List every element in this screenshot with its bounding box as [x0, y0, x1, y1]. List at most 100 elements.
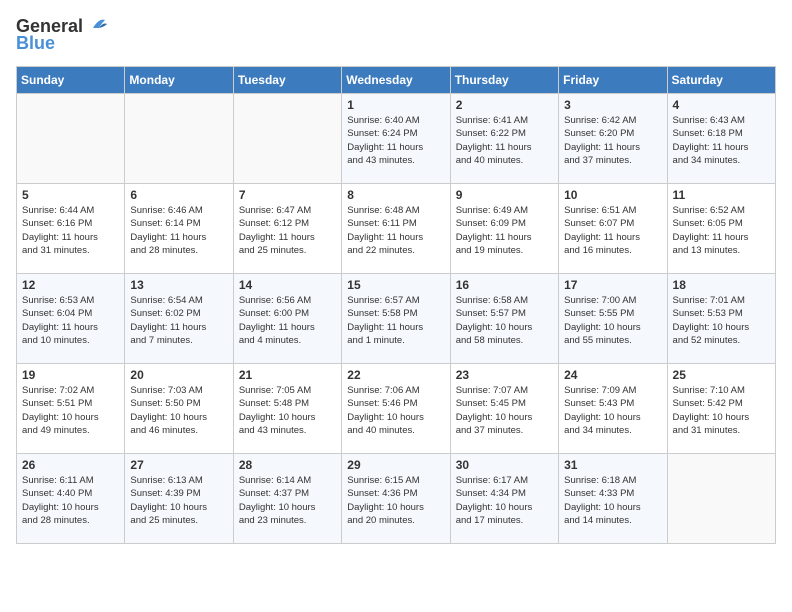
calendar-header-row: SundayMondayTuesdayWednesdayThursdayFrid… [17, 67, 776, 94]
day-number: 5 [22, 188, 119, 202]
calendar-cell: 13 Sunrise: 6:54 AM Sunset: 6:02 PM Dayli… [125, 274, 233, 364]
week-row-1: 1 Sunrise: 6:40 AM Sunset: 6:24 PM Daylig… [17, 94, 776, 184]
day-number: 22 [347, 368, 444, 382]
calendar-cell: 3 Sunrise: 6:42 AM Sunset: 6:20 PM Daylig… [559, 94, 667, 184]
calendar-cell: 26 Sunrise: 6:11 AM Sunset: 4:40 PM Dayli… [17, 454, 125, 544]
day-number: 3 [564, 98, 661, 112]
day-info: Sunrise: 6:48 AM Sunset: 6:11 PM Dayligh… [347, 204, 444, 257]
calendar-cell: 15Sunrise: 6:57 AM Sunset: 5:58 PM Dayli… [342, 274, 450, 364]
day-info: Sunrise: 6:54 AM Sunset: 6:02 PM Dayligh… [130, 294, 227, 347]
day-info: Sunrise: 7:06 AM Sunset: 5:46 PM Dayligh… [347, 384, 444, 437]
day-info: Sunrise: 7:01 AM Sunset: 5:53 PM Dayligh… [673, 294, 770, 347]
calendar-cell: 29 Sunrise: 6:15 AM Sunset: 4:36 PM Dayli… [342, 454, 450, 544]
header-wednesday: Wednesday [342, 67, 450, 94]
day-number: 27 [130, 458, 227, 472]
calendar-cell: 21 Sunrise: 7:05 AM Sunset: 5:48 PM Dayli… [233, 364, 341, 454]
day-number: 30 [456, 458, 553, 472]
day-info: Sunrise: 6:11 AM Sunset: 4:40 PM Dayligh… [22, 474, 119, 527]
day-info: Sunrise: 7:00 AM Sunset: 5:55 PM Dayligh… [564, 294, 661, 347]
day-number: 26 [22, 458, 119, 472]
calendar-table: SundayMondayTuesdayWednesdayThursdayFrid… [16, 66, 776, 544]
calendar-cell: 27 Sunrise: 6:13 AM Sunset: 4:39 PM Dayli… [125, 454, 233, 544]
calendar-cell: 7 Sunrise: 6:47 AM Sunset: 6:12 PM Daylig… [233, 184, 341, 274]
calendar-cell [667, 454, 775, 544]
day-number: 8 [347, 188, 444, 202]
calendar-cell: 11 Sunrise: 6:52 AM Sunset: 6:05 PM Dayli… [667, 184, 775, 274]
day-number: 31 [564, 458, 661, 472]
day-info: Sunrise: 6:13 AM Sunset: 4:39 PM Dayligh… [130, 474, 227, 527]
header-thursday: Thursday [450, 67, 558, 94]
day-number: 15 [347, 278, 444, 292]
week-row-3: 12 Sunrise: 6:53 AM Sunset: 6:04 PM Dayli… [17, 274, 776, 364]
week-row-4: 19Sunrise: 7:02 AM Sunset: 5:51 PM Dayli… [17, 364, 776, 454]
day-info: Sunrise: 7:09 AM Sunset: 5:43 PM Dayligh… [564, 384, 661, 437]
calendar-cell: 8 Sunrise: 6:48 AM Sunset: 6:11 PM Daylig… [342, 184, 450, 274]
day-number: 21 [239, 368, 336, 382]
calendar-cell: 6 Sunrise: 6:46 AM Sunset: 6:14 PM Daylig… [125, 184, 233, 274]
day-info: Sunrise: 6:46 AM Sunset: 6:14 PM Dayligh… [130, 204, 227, 257]
day-number: 14 [239, 278, 336, 292]
header-sunday: Sunday [17, 67, 125, 94]
header-monday: Monday [125, 67, 233, 94]
day-number: 29 [347, 458, 444, 472]
day-info: Sunrise: 6:58 AM Sunset: 5:57 PM Dayligh… [456, 294, 553, 347]
day-number: 20 [130, 368, 227, 382]
day-info: Sunrise: 6:56 AM Sunset: 6:00 PM Dayligh… [239, 294, 336, 347]
calendar-cell: 28 Sunrise: 6:14 AM Sunset: 4:37 PM Dayli… [233, 454, 341, 544]
logo: General Blue [16, 16, 107, 54]
day-info: Sunrise: 6:40 AM Sunset: 6:24 PM Dayligh… [347, 114, 444, 167]
day-number: 16 [456, 278, 553, 292]
day-info: Sunrise: 7:05 AM Sunset: 5:48 PM Dayligh… [239, 384, 336, 437]
day-info: Sunrise: 6:41 AM Sunset: 6:22 PM Dayligh… [456, 114, 553, 167]
calendar-cell: 16 Sunrise: 6:58 AM Sunset: 5:57 PM Dayli… [450, 274, 558, 364]
header-friday: Friday [559, 67, 667, 94]
day-info: Sunrise: 6:53 AM Sunset: 6:04 PM Dayligh… [22, 294, 119, 347]
calendar-cell: 1 Sunrise: 6:40 AM Sunset: 6:24 PM Daylig… [342, 94, 450, 184]
day-number: 12 [22, 278, 119, 292]
day-number: 10 [564, 188, 661, 202]
page-header: General Blue [16, 16, 776, 54]
day-info: Sunrise: 6:15 AM Sunset: 4:36 PM Dayligh… [347, 474, 444, 527]
calendar-cell: 9Sunrise: 6:49 AM Sunset: 6:09 PM Daylig… [450, 184, 558, 274]
calendar-cell: 20Sunrise: 7:03 AM Sunset: 5:50 PM Dayli… [125, 364, 233, 454]
day-number: 23 [456, 368, 553, 382]
calendar-cell: 5 Sunrise: 6:44 AM Sunset: 6:16 PM Daylig… [17, 184, 125, 274]
calendar-cell: 2 Sunrise: 6:41 AM Sunset: 6:22 PM Daylig… [450, 94, 558, 184]
day-number: 2 [456, 98, 553, 112]
calendar-cell: 25 Sunrise: 7:10 AM Sunset: 5:42 PM Dayli… [667, 364, 775, 454]
day-number: 25 [673, 368, 770, 382]
day-info: Sunrise: 6:43 AM Sunset: 6:18 PM Dayligh… [673, 114, 770, 167]
day-info: Sunrise: 6:52 AM Sunset: 6:05 PM Dayligh… [673, 204, 770, 257]
week-row-2: 5 Sunrise: 6:44 AM Sunset: 6:16 PM Daylig… [17, 184, 776, 274]
day-number: 19 [22, 368, 119, 382]
calendar-cell: 31Sunrise: 6:18 AM Sunset: 4:33 PM Dayli… [559, 454, 667, 544]
day-number: 7 [239, 188, 336, 202]
calendar-cell: 18 Sunrise: 7:01 AM Sunset: 5:53 PM Dayli… [667, 274, 775, 364]
calendar-cell: 30 Sunrise: 6:17 AM Sunset: 4:34 PM Dayli… [450, 454, 558, 544]
day-number: 17 [564, 278, 661, 292]
calendar-cell: 19Sunrise: 7:02 AM Sunset: 5:51 PM Dayli… [17, 364, 125, 454]
calendar-cell [125, 94, 233, 184]
calendar-cell [17, 94, 125, 184]
day-number: 11 [673, 188, 770, 202]
header-tuesday: Tuesday [233, 67, 341, 94]
logo-bird-icon [85, 14, 107, 36]
day-info: Sunrise: 7:10 AM Sunset: 5:42 PM Dayligh… [673, 384, 770, 437]
day-number: 13 [130, 278, 227, 292]
day-info: Sunrise: 6:47 AM Sunset: 6:12 PM Dayligh… [239, 204, 336, 257]
day-info: Sunrise: 6:42 AM Sunset: 6:20 PM Dayligh… [564, 114, 661, 167]
day-info: Sunrise: 6:17 AM Sunset: 4:34 PM Dayligh… [456, 474, 553, 527]
day-number: 18 [673, 278, 770, 292]
calendar-cell: 10 Sunrise: 6:51 AM Sunset: 6:07 PM Dayli… [559, 184, 667, 274]
calendar-cell: 22 Sunrise: 7:06 AM Sunset: 5:46 PM Dayli… [342, 364, 450, 454]
logo-blue-text: Blue [16, 33, 55, 54]
day-info: Sunrise: 6:51 AM Sunset: 6:07 PM Dayligh… [564, 204, 661, 257]
day-number: 28 [239, 458, 336, 472]
day-info: Sunrise: 6:44 AM Sunset: 6:16 PM Dayligh… [22, 204, 119, 257]
calendar-cell [233, 94, 341, 184]
day-number: 1 [347, 98, 444, 112]
calendar-cell: 23Sunrise: 7:07 AM Sunset: 5:45 PM Dayli… [450, 364, 558, 454]
day-number: 24 [564, 368, 661, 382]
day-number: 6 [130, 188, 227, 202]
day-info: Sunrise: 6:14 AM Sunset: 4:37 PM Dayligh… [239, 474, 336, 527]
